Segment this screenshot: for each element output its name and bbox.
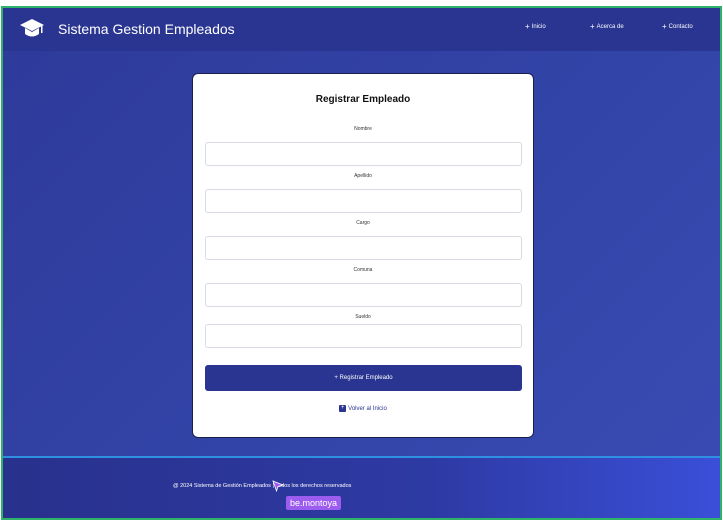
- nav-link-inicio[interactable]: + Inicio: [525, 22, 546, 31]
- graduation-cap-icon: [19, 18, 45, 40]
- nav-link-label: Acerca de: [596, 24, 624, 30]
- nav-link-label: Contacto: [668, 24, 693, 30]
- plus-icon: +: [525, 22, 530, 31]
- pointer-cursor-icon: [272, 479, 285, 493]
- plus-square-icon: +: [339, 405, 347, 412]
- comuna-input[interactable]: [205, 283, 522, 307]
- footer-copyright: @ 2024 Sistema de Gestión Empleados | To…: [173, 483, 352, 489]
- footer: @ 2024 Sistema de Gestión Empleados | To…: [3, 456, 720, 518]
- cursor-user-tag: be.montoya: [286, 496, 342, 510]
- sueldo-label: Sueldo: [355, 314, 371, 320]
- form-title: Registrar Empleado: [315, 94, 411, 105]
- navbar: Sistema Gestion Empleados + Inicio + Ace…: [3, 8, 720, 51]
- apellido-input[interactable]: [205, 189, 522, 213]
- cargo-label: Cargo: [356, 220, 370, 226]
- nav-link-acerca-de[interactable]: + Acerca de: [590, 22, 624, 31]
- register-employee-button[interactable]: + Registrar Empleado: [205, 365, 522, 391]
- back-link-label: Volver al Inicio: [348, 405, 387, 412]
- app-frame: Sistema Gestion Empleados + Inicio + Ace…: [1, 6, 722, 520]
- back-to-home-link[interactable]: + Volver al Inicio: [193, 405, 533, 412]
- nav-link-contacto[interactable]: + Contacto: [662, 22, 693, 31]
- sueldo-input[interactable]: [205, 324, 522, 348]
- register-employee-card: Registrar Empleado Nombre Apellido Cargo…: [192, 73, 534, 438]
- nombre-label: Nombre: [354, 126, 372, 132]
- plus-icon: +: [590, 22, 595, 31]
- comuna-label: Comuna: [353, 267, 373, 273]
- app-title: Sistema Gestion Empleados: [58, 21, 235, 37]
- plus-icon: +: [662, 22, 667, 31]
- nombre-input[interactable]: [205, 142, 522, 166]
- nav-link-label: Inicio: [531, 24, 546, 30]
- cargo-input[interactable]: [205, 236, 522, 260]
- apellido-label: Apellido: [354, 173, 372, 179]
